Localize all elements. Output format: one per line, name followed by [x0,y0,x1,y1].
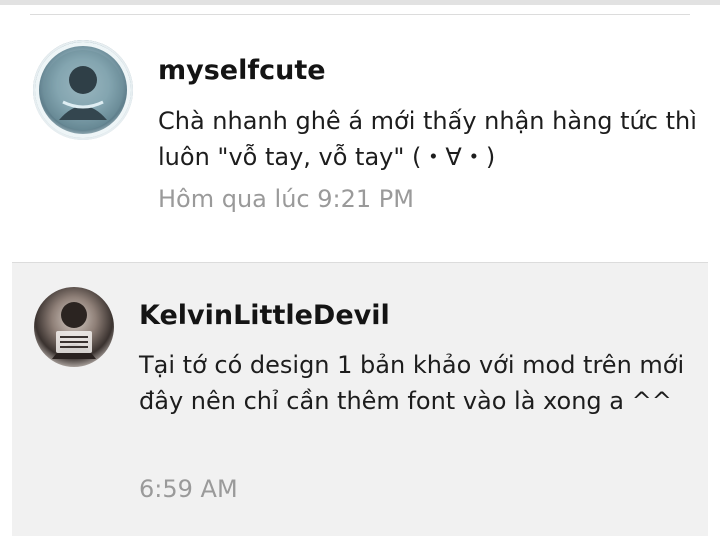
comment-text: Chà nhanh ghê á mới thấy nhận hàng tức t… [158,107,697,171]
comment-username[interactable]: myselfcute [158,54,326,88]
comment-username[interactable]: KelvinLittleDevil [139,299,390,333]
comment-item: KelvinLittleDevil Tại tớ có design 1 bản… [12,263,708,536]
comment-item: myselfcute Chà nhanh ghê á mới thấy nhận… [0,15,720,262]
avatar-image [35,42,131,138]
user-avatar-icon[interactable] [34,287,114,367]
comment-timestamp: 6:59 AM [139,475,238,503]
user-avatar-icon[interactable] [33,40,133,140]
avatar-image [52,302,96,359]
top-separator [0,0,720,5]
comment-timestamp: Hôm qua lúc 9:21 PM [158,185,414,213]
comment-text: Tại tớ có design 1 bản khảo với mod trên… [139,351,685,415]
